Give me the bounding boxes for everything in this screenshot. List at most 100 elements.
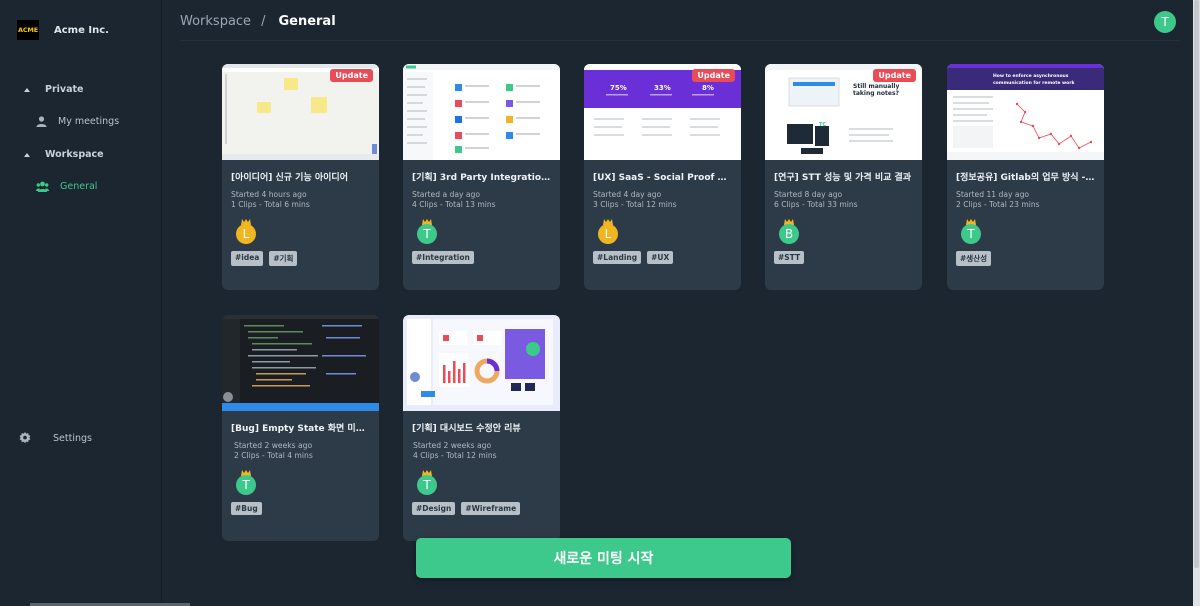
card-thumbnail: Update (222, 64, 379, 160)
tag[interactable]: #UX (647, 251, 674, 264)
participant-avatar: T (960, 219, 982, 244)
card-thumbnail: Still manually taking notes? TC Update (765, 64, 922, 160)
breadcrumb-workspace[interactable]: Workspace (180, 14, 251, 29)
card-meta: Started 4 day ago 3 Clips - Total 12 min… (593, 190, 677, 210)
card-title: [정보공유] Gitlab의 업무 방식 - ... (956, 173, 1096, 183)
card-meta: Started 8 day ago 6 Clips - Total 33 min… (774, 190, 858, 210)
sidebar-group-private[interactable]: Private (24, 84, 84, 95)
breadcrumb: Workspace / General (180, 14, 336, 29)
sidebar-item-label: General (60, 181, 98, 192)
card-title: [UX] SaaS - Social Proof 사례 ... (593, 173, 733, 183)
avatar-initial: T (417, 224, 437, 244)
card-thumbnail (403, 315, 560, 411)
card-title: [연구] STT 성능 및 가격 비교 결과 (774, 173, 912, 183)
card-meta: Started 11 day ago 2 Clips - Total 23 mi… (956, 190, 1040, 210)
card-thumbnail (222, 315, 379, 411)
integration-thumbnail (403, 64, 560, 160)
thumb-headline-2: taking notes? (853, 90, 900, 97)
card-title: [Bug] Empty State 화면 미표시 (231, 424, 371, 434)
card-tags: #생산성 (956, 251, 997, 266)
meeting-card[interactable]: [기획] 대시보드 수정안 리뷰 Started 2 weeks ago 4 C… (403, 315, 560, 541)
code-editor-thumbnail (222, 315, 379, 411)
start-new-meeting-button[interactable]: 새로운 미팅 시작 (416, 538, 791, 578)
card-meta: Started a day ago 4 Clips - Total 13 min… (412, 190, 496, 210)
participant-avatar: L (597, 219, 619, 244)
avatar-initial: T (961, 224, 981, 244)
page-title: General (278, 14, 336, 29)
tag[interactable]: #기획 (269, 251, 298, 266)
card-meta: Started 2 weeks ago 4 Clips - Total 12 m… (413, 441, 497, 461)
card-clips: 4 Clips - Total 13 mins (412, 200, 496, 209)
card-clips: 3 Clips - Total 12 mins (593, 200, 677, 209)
card-tags: #STT (774, 251, 810, 264)
card-tags: #Bug (231, 502, 268, 515)
gear-icon (19, 432, 31, 444)
stat-1: 75% (610, 84, 627, 92)
dashboard-thumbnail (407, 319, 553, 405)
stat-2: 33% (654, 84, 671, 92)
caret-up-icon (24, 152, 30, 157)
card-started: Started 4 hours ago (231, 190, 307, 199)
sidebar-item-general[interactable]: General (36, 181, 97, 192)
users-icon (36, 181, 49, 192)
meeting-card[interactable]: [Bug] Empty State 화면 미표시 Started 2 weeks… (222, 315, 379, 541)
meeting-card[interactable]: Still manually taking notes? TC Update [… (765, 64, 922, 290)
meeting-card[interactable]: [기획] 3rd Party Integration 우... Started … (403, 64, 560, 290)
settings-label: Settings (53, 432, 92, 444)
tag[interactable]: #STT (774, 251, 805, 264)
card-tags: #Landing #UX (593, 251, 679, 264)
meeting-card[interactable]: Update [아이디어] 신규 기능 아이디어 Started 4 hours… (222, 64, 379, 290)
card-thumbnail: 75% 33% 8% Update (584, 64, 741, 160)
thumb-headline-2: communication for remote work (993, 80, 1075, 86)
participant-avatar: L (235, 219, 257, 244)
avatar-initial: L (236, 224, 256, 244)
update-badge: Update (692, 69, 735, 82)
tag[interactable]: #Landing (593, 251, 642, 264)
tag[interactable]: #Wireframe (461, 502, 521, 515)
card-started: Started 8 day ago (774, 190, 843, 199)
avatar-initial: B (779, 224, 799, 244)
card-title: [아이디어] 신규 기능 아이디어 (231, 173, 348, 183)
card-tags: #Design #Wireframe (412, 502, 526, 515)
tag[interactable]: #Integration (412, 251, 474, 264)
participant-avatar: T (416, 470, 438, 495)
thumb-headline-1: Still manually (853, 83, 899, 90)
card-clips: 2 Clips - Total 23 mins (956, 200, 1040, 209)
tag[interactable]: #생산성 (956, 251, 991, 266)
participant-avatar: T (235, 470, 257, 495)
brand-name: Acme Inc. (54, 24, 109, 36)
brand[interactable]: ACME Acme Inc. (17, 20, 109, 40)
user-avatar[interactable]: T (1154, 11, 1176, 33)
tag[interactable]: #Design (412, 502, 456, 515)
tag[interactable]: #idea (231, 251, 264, 266)
stat-3: 8% (702, 84, 714, 92)
meeting-card[interactable]: How to enforce asynchronous communicatio… (947, 64, 1104, 290)
sidebar-group-label: Private (45, 84, 84, 95)
user-icon (36, 116, 47, 127)
card-clips: 1 Clips - Total 6 mins (231, 200, 310, 209)
card-started: Started 2 weeks ago (413, 441, 492, 450)
sidebar-group-label: Workspace (45, 149, 104, 160)
sidebar-group-workspace[interactable]: Workspace (24, 149, 104, 160)
sidebar-item-my-meetings[interactable]: My meetings (36, 116, 119, 127)
card-started: Started 2 weeks ago (234, 441, 313, 450)
header-divider (180, 40, 1180, 41)
card-title: [기획] 3rd Party Integration 우... (412, 173, 552, 183)
tag[interactable]: #Bug (231, 502, 262, 515)
card-clips: 2 Clips - Total 4 mins (234, 451, 313, 460)
card-started: Started 4 day ago (593, 190, 662, 199)
card-started: Started a day ago (412, 190, 481, 199)
sidebar-item-settings[interactable]: Settings (19, 432, 92, 444)
thumb-headline-1: How to enforce asynchronous (993, 73, 1069, 79)
breadcrumb-separator: / (261, 14, 266, 29)
card-thumbnail: How to enforce asynchronous communicatio… (947, 64, 1104, 160)
card-clips: 6 Clips - Total 33 mins (774, 200, 858, 209)
meeting-card[interactable]: 75% 33% 8% Update [UX] SaaS - Social Pro… (584, 64, 741, 290)
participant-avatar: T (416, 219, 438, 244)
avatar-initial: T (417, 475, 437, 495)
update-badge: Update (873, 69, 916, 82)
scrollbar-thumb[interactable] (1194, 0, 1199, 568)
card-title: [기획] 대시보드 수정안 리뷰 (412, 424, 521, 434)
avatar-initial: T (236, 475, 256, 495)
avatar-initial: L (598, 224, 618, 244)
